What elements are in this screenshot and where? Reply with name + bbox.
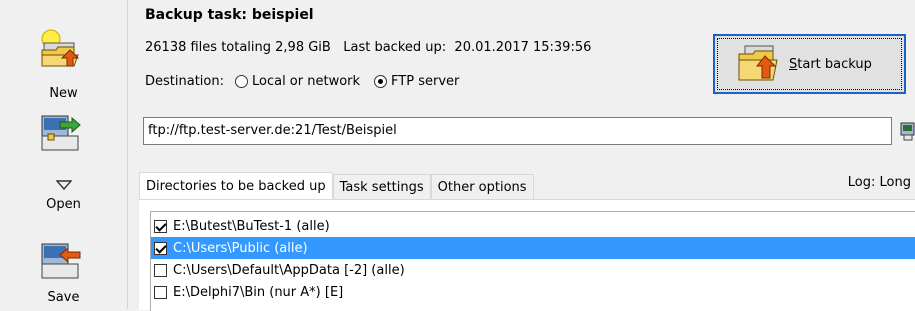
destination-row: Destination: Local or network FTP server [145, 74, 459, 89]
list-item[interactable]: C:\Users\Public (alle) [151, 237, 915, 259]
save-label: Save [47, 290, 80, 305]
open-task-button[interactable] [0, 110, 127, 158]
radio-ftp-label[interactable]: FTP server [391, 74, 459, 89]
save-task-icon [41, 243, 81, 279]
directory-path: E:\Delphi7\Bin (nur A*) [E] [173, 284, 344, 300]
ftp-settings-icon[interactable] [900, 117, 915, 145]
destination-label: Destination: [145, 74, 224, 89]
start-backup-label: Start backup [789, 56, 872, 72]
tab-bar: Directories to be backed up Task setting… [139, 172, 534, 200]
list-item[interactable]: E:\Butest\BuTest-1 (alle) [151, 215, 915, 237]
file-info: 26138 files totaling 2,98 GiB [145, 40, 331, 55]
checkbox[interactable] [154, 219, 167, 233]
open-task-icon [41, 115, 81, 151]
radio-local[interactable] [234, 75, 248, 88]
list-item[interactable]: C:\Users\Default\AppData [-2] (alle) [151, 259, 915, 281]
last-backup-value: 20.01.2017 15:39:56 [454, 40, 592, 55]
backup-info: 26138 files totaling 2,98 GiB Last backe… [145, 40, 591, 55]
task-title: Backup task: beispiel [145, 7, 314, 23]
checkbox[interactable] [154, 285, 167, 299]
start-backup-icon [738, 45, 778, 81]
last-backup-label: Last backed up: [343, 40, 447, 55]
open-label: Open [46, 197, 81, 212]
checkbox[interactable] [154, 263, 167, 277]
left-toolbar: New Open Save [0, 0, 128, 309]
tab-directories[interactable]: Directories to be backed up [139, 172, 333, 200]
radio-ftp[interactable] [374, 75, 388, 88]
main-panel: Backup task: beispiel 26138 files totali… [129, 0, 915, 311]
directories-panel: E:\Butest\BuTest-1 (alle) C:\Users\Publi… [139, 199, 915, 311]
tab-task-settings[interactable]: Task settings [332, 174, 431, 200]
new-label: New [49, 86, 78, 101]
tab-other-options[interactable]: Other options [430, 174, 534, 200]
checkbox[interactable] [154, 241, 167, 255]
directory-path: C:\Users\Public (alle) [173, 240, 308, 256]
log-label[interactable]: Log: Long [848, 175, 911, 190]
chevron-down-icon [56, 180, 72, 190]
list-item[interactable]: E:\Delphi7\Bin (nur A*) [E] [151, 281, 915, 303]
new-button[interactable]: New [0, 20, 127, 106]
save-button[interactable]: Save [0, 234, 127, 309]
ftp-url-input[interactable]: ftp://ftp.test-server.de:21/Test/Beispie… [143, 117, 892, 145]
start-backup-button[interactable]: Start backup [713, 34, 906, 94]
radio-local-label[interactable]: Local or network [252, 74, 360, 89]
directory-path: E:\Butest\BuTest-1 (alle) [173, 218, 330, 234]
directory-list[interactable]: E:\Butest\BuTest-1 (alle) C:\Users\Publi… [150, 211, 915, 311]
new-task-icon [41, 29, 80, 67]
directory-path: C:\Users\Default\AppData [-2] (alle) [173, 262, 405, 278]
